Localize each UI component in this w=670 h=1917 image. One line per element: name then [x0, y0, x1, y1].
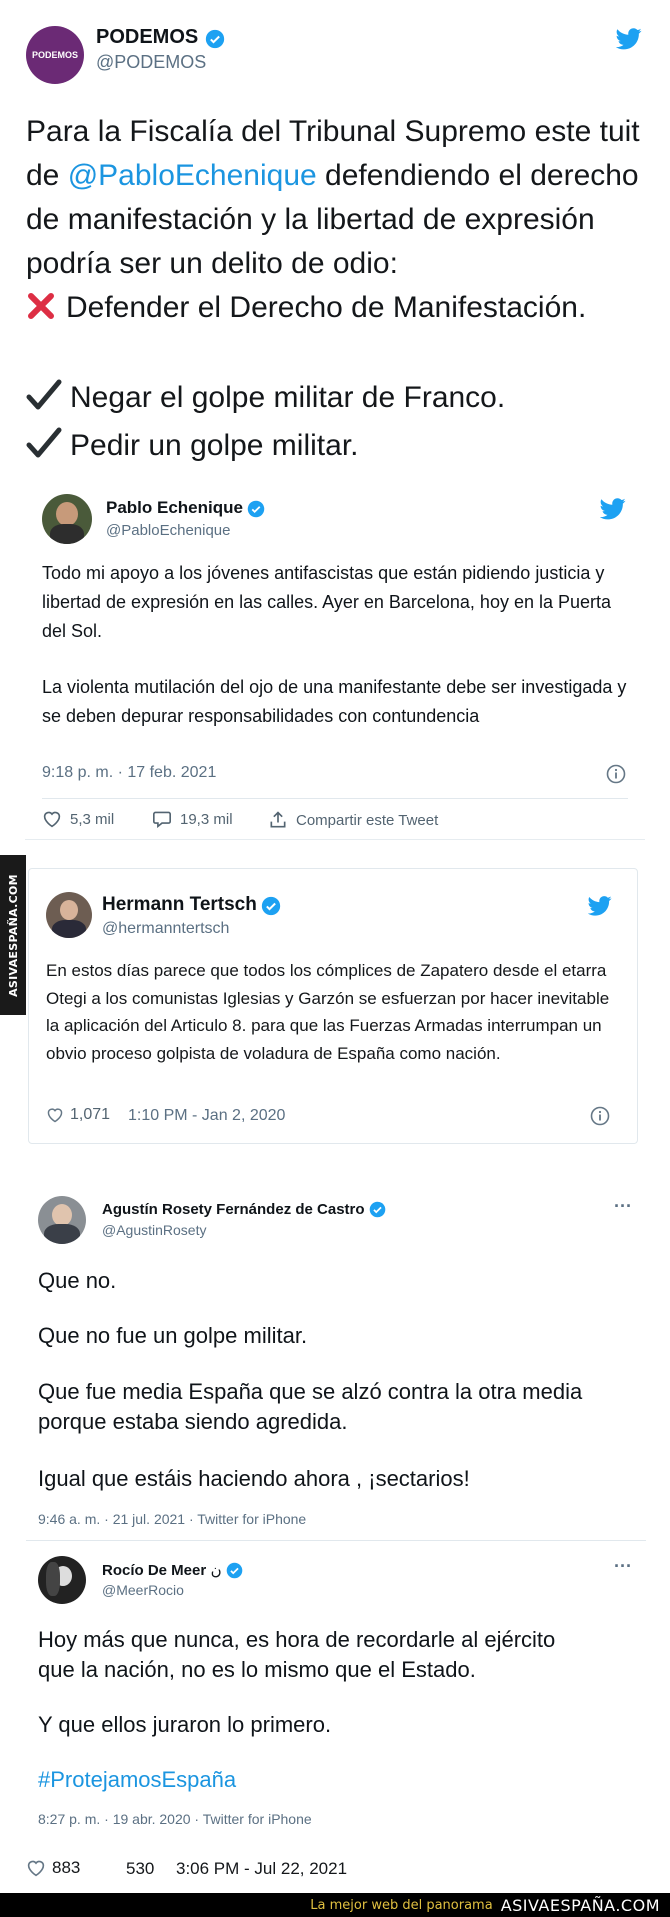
side-watermark-text: ASIVAESPAÑA.COM — [6, 873, 20, 997]
cross-mark-icon — [28, 293, 54, 319]
demeer-avatar[interactable] — [38, 1556, 86, 1604]
cross-line: Defender el Derecho de Manifestación. — [26, 286, 651, 330]
hashtag-link[interactable]: #ProtejamosEspaña — [38, 1765, 236, 1795]
author-name[interactable]: PODEMOS — [96, 26, 198, 48]
verified-icon — [205, 29, 224, 48]
twitter-bird-icon[interactable] — [600, 498, 626, 520]
verified-icon — [226, 1562, 243, 1579]
embed2-timestamp[interactable]: 1:10 PM - Jan 2, 2020 — [128, 1107, 285, 1125]
verified-icon — [248, 500, 265, 518]
author-handle[interactable]: @PODEMOS — [96, 52, 206, 73]
rosety-avatar[interactable] — [38, 1196, 86, 1244]
embed3-paragraph-1: Que no. — [38, 1268, 117, 1293]
embed2-author-handle[interactable]: @hermanntertsch — [102, 920, 229, 938]
check-mark-icon — [26, 379, 62, 410]
embed4-author-name[interactable]: Rocío De Meer — [102, 1562, 206, 1579]
main-tweet-text: Para la Fiscalía del Tribunal Supremo es… — [26, 115, 640, 280]
check-mark-icon — [26, 427, 62, 458]
embed4-paragraph-1: Hoy más que nunca, es hora de recordarle… — [38, 1627, 556, 1682]
twitter-bird-icon[interactable] — [616, 28, 642, 50]
embed3-timestamp[interactable]: 9:46 a. m. · 21 jul. 2021 · Twitter for … — [38, 1511, 306, 1527]
main-retweet-count[interactable]: 530 — [126, 1859, 154, 1879]
mention-link[interactable]: @PabloEchenique — [68, 159, 317, 192]
more-options-icon[interactable]: ··· — [614, 1556, 632, 1577]
main-like-count: 883 — [52, 1858, 81, 1877]
embed3-paragraph-4: Igual que estáis haciendo ahora , ¡secta… — [38, 1466, 470, 1491]
embed4-name-suffix: ن — [210, 1562, 222, 1579]
footer-watermark: La mejor web del panorama ASIVAESPAÑA.CO… — [0, 1893, 670, 1917]
avatar-logo-text: PODEMOS — [31, 50, 78, 60]
embed2-like-count: 1,071 — [70, 1106, 111, 1123]
embed3-paragraph-2: Que no fue un golpe militar. — [38, 1323, 308, 1348]
embed1-paragraph-2: La violenta mutilación del ojo de una ma… — [42, 677, 627, 726]
embed3-paragraph-3: Que fue media España que se alzó contra … — [38, 1379, 583, 1434]
tertsch-avatar[interactable] — [46, 892, 92, 938]
info-icon[interactable] — [606, 764, 626, 784]
embed2-author-name[interactable]: Hermann Tertsch — [102, 894, 257, 915]
embed2-text: En estos días parece que todos los cómpl… — [46, 961, 610, 1063]
embed1-author-name[interactable]: Pablo Echenique — [106, 498, 243, 517]
twitter-bird-icon[interactable] — [588, 896, 612, 916]
more-options-icon[interactable]: ··· — [614, 1196, 632, 1217]
heart-icon — [27, 1860, 45, 1877]
side-watermark: ASIVAESPAÑA.COM — [0, 855, 26, 1015]
embed1-paragraph-1: Todo mi apoyo a los jóvenes antifascista… — [42, 563, 612, 641]
embed2-like-button[interactable]: 1,071 — [46, 1106, 110, 1124]
embed3-author-name[interactable]: Agustín Rosety Fernández de Castro — [102, 1201, 365, 1218]
embed4-paragraph-2: Y que ellos juraron lo primero. — [38, 1712, 332, 1737]
heart-icon — [47, 1108, 63, 1123]
verified-icon — [369, 1201, 386, 1218]
embed1-timestamp[interactable]: 9:18 p. m. · 17 feb. 2021 — [42, 764, 216, 782]
main-like-button[interactable]: 883 — [26, 1858, 80, 1878]
info-icon[interactable] — [590, 1106, 610, 1126]
embed4-author-handle[interactable]: @MeerRocio — [102, 1582, 184, 1598]
check-line-2: Pedir un golpe militar. — [26, 424, 359, 468]
divider — [42, 798, 628, 799]
check-line-1: Negar el golpe militar de Franco. — [26, 376, 505, 420]
embed1-author-handle[interactable]: @PabloEchenique — [106, 522, 230, 539]
footer-slogan: La mejor web del panorama — [310, 1897, 493, 1913]
divider — [26, 1540, 646, 1541]
main-timestamp[interactable]: 3:06 PM - Jul 22, 2021 — [176, 1859, 347, 1879]
verified-icon — [262, 896, 281, 915]
embed1-card-edge — [25, 820, 645, 840]
podemos-avatar[interactable]: PODEMOS — [26, 26, 84, 84]
embed4-timestamp[interactable]: 8:27 p. m. · 19 abr. 2020 · Twitter for … — [38, 1811, 312, 1827]
echenique-avatar[interactable] — [42, 494, 92, 544]
footer-site-link[interactable]: ASIVAESPAÑA.COM — [501, 1896, 660, 1915]
embed3-author-handle[interactable]: @AgustinRosety — [102, 1222, 206, 1238]
